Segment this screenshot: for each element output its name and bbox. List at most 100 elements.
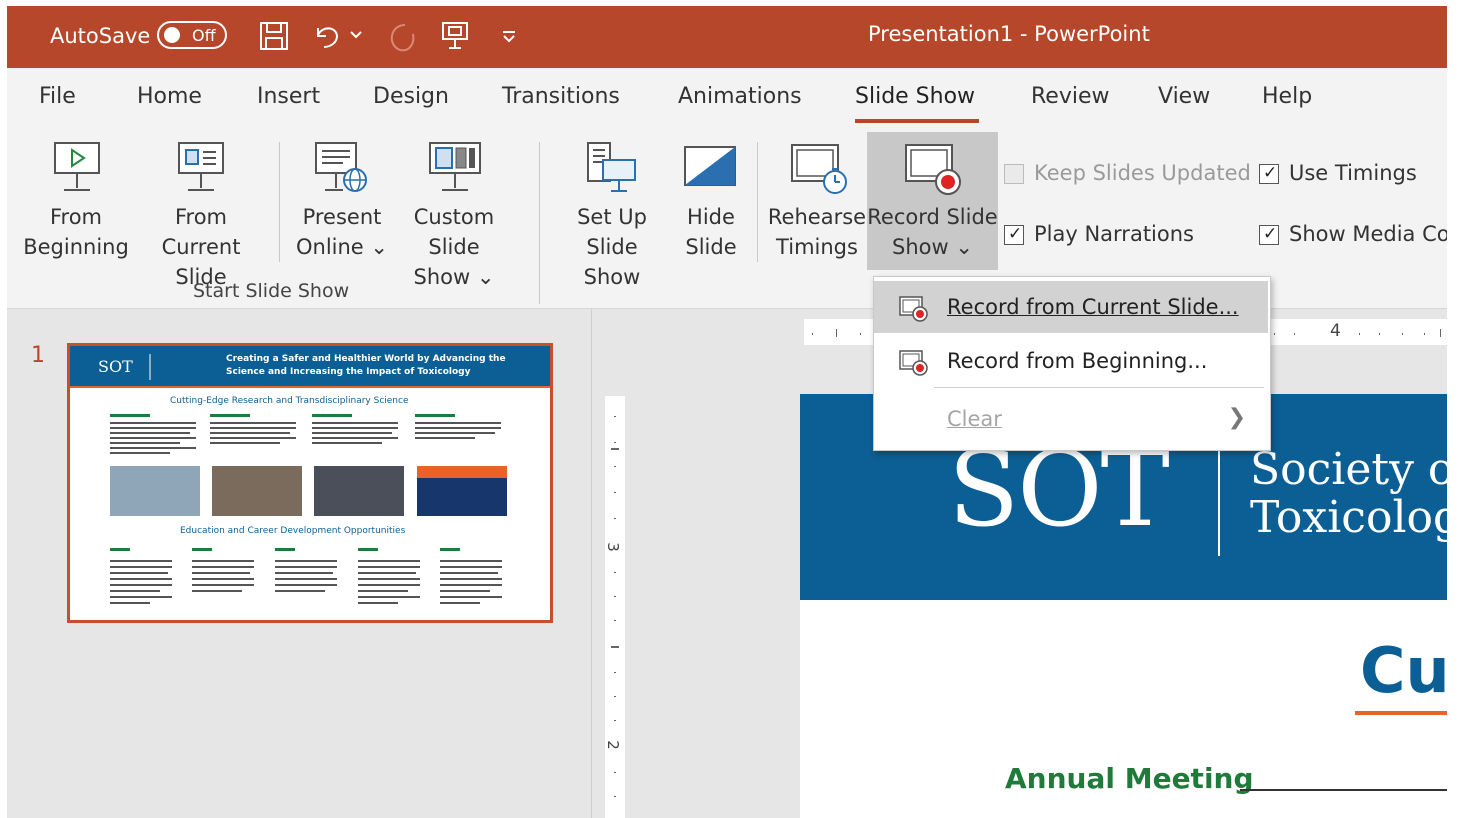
from-current-slide-button[interactable]: From Current Slide: [135, 132, 267, 289]
rehearse-label-1: Rehearse: [767, 205, 867, 229]
present-online-label-1: Present: [302, 205, 382, 229]
keep-slides-updated-label: Keep Slides Updated: [1034, 161, 1251, 185]
from-beginning-label-2: Beginning: [23, 235, 129, 259]
custom-show-label-1: Custom Slide: [413, 205, 495, 259]
hide-slide-button[interactable]: Hide Slide: [672, 132, 750, 270]
present-online-icon: [315, 142, 367, 192]
tab-design[interactable]: Design: [373, 84, 449, 109]
record-slide-show-button[interactable]: Record Slide Show ⌄: [867, 132, 998, 270]
slide-number: 1: [31, 343, 45, 368]
pane-splitter[interactable]: [591, 309, 592, 818]
tab-transitions[interactable]: Transitions: [502, 84, 620, 109]
title-bar: AutoSave Off Presentation1 - PowerPoint: [7, 6, 1447, 68]
ribbon-separator: [757, 142, 758, 262]
from-beginning-label-1: From: [49, 205, 103, 229]
tab-slide-show[interactable]: Slide Show: [855, 84, 975, 109]
customize-qat-icon[interactable]: [501, 30, 517, 44]
chevron-right-icon: ❯: [1227, 405, 1246, 430]
from-current-label-1: From: [174, 205, 228, 229]
window-title: Presentation1 - PowerPoint: [868, 22, 1150, 46]
group-label-start-slide-show: Start Slide Show: [193, 280, 350, 302]
menu-item-record-from-beginning[interactable]: Record from Beginning...: [874, 335, 1268, 387]
tab-help[interactable]: Help: [1262, 84, 1312, 109]
check-icon: ✓: [1263, 163, 1278, 183]
checkbox-box: ✓: [1259, 163, 1279, 184]
annual-meeting-heading: Annual Meeting: [1005, 762, 1254, 795]
logo-divider: [1218, 446, 1220, 556]
record-slide-show-icon: [905, 144, 961, 195]
autosave-state: Off: [192, 26, 216, 45]
toggle-knob: [164, 27, 180, 43]
rehearse-timings-icon: [791, 144, 847, 194]
save-icon[interactable]: [259, 20, 289, 52]
thumbnail-section-2: Education and Career Development Opportu…: [180, 526, 406, 536]
autosave-toggle[interactable]: Off: [157, 21, 227, 49]
tab-review[interactable]: Review: [1031, 84, 1110, 109]
present-online-label-2: Online ⌄: [295, 235, 388, 259]
menu-item-record-from-current-slide[interactable]: Record from Current Slide...: [874, 281, 1268, 333]
ruler-ticks: [611, 416, 619, 797]
record-current-icon: [899, 296, 928, 322]
ruler-mark-3: 3: [603, 542, 622, 552]
thumbnail-logo: SOT: [98, 357, 133, 376]
from-beginning-button[interactable]: From Beginning: [17, 132, 135, 270]
set-up-slide-show-icon: [587, 142, 636, 192]
present-online-button[interactable]: Present Online ⌄: [289, 132, 395, 270]
record-label-2: Show ⌄: [892, 235, 973, 259]
powerpoint-window: AutoSave Off Presentation1 - PowerPoint …: [7, 6, 1447, 818]
group-separator: [539, 142, 540, 304]
setup-label-1: Set Up: [577, 205, 647, 229]
menu-item-clear: Clear ❯: [874, 393, 1268, 445]
record-beginning-label: Record from Beginning...: [947, 349, 1208, 373]
undo-icon[interactable]: [312, 20, 342, 52]
society-name: Society o Toxicolog: [1250, 446, 1447, 542]
setup-label-2: Slide Show: [583, 235, 641, 289]
from-current-slide-icon: [178, 142, 224, 191]
thumbnail-content: [70, 346, 550, 604]
hide-slide-icon: [684, 146, 736, 186]
undo-dropdown-icon[interactable]: [349, 30, 363, 40]
tab-view[interactable]: View: [1158, 84, 1210, 109]
tab-file[interactable]: File: [39, 84, 76, 109]
ruler-mark-2: 2: [603, 740, 622, 750]
autosave-label: AutoSave: [50, 24, 151, 48]
checkbox-box: [1004, 164, 1024, 184]
active-tab-indicator: [855, 119, 979, 123]
slide-thumbnail-1[interactable]: SOT Creating a Safer and Healthier World…: [67, 343, 553, 623]
tab-home[interactable]: Home: [137, 84, 202, 109]
tab-animations[interactable]: Animations: [678, 84, 802, 109]
set-up-slide-show-button[interactable]: Set Up Slide Show: [555, 132, 669, 289]
custom-slide-show-icon: [429, 142, 481, 191]
slide-canvas[interactable]: SOT Society o Toxicolog Cu Annual Meetin…: [800, 394, 1447, 818]
society-line-1: Society o: [1250, 444, 1447, 495]
record-beginning-icon: [899, 350, 928, 376]
vertical-ruler: 3 2: [603, 396, 625, 818]
menu-separator: [934, 387, 1264, 388]
slide-heading: Cu: [1360, 634, 1447, 707]
present-icon[interactable]: [440, 20, 470, 52]
ribbon-separator: [279, 142, 280, 262]
show-media-controls-label: Show Media Co: [1289, 222, 1447, 246]
ribbon-tabs: File Home Insert Design Transitions Anim…: [7, 68, 1447, 132]
rehearse-label-2: Timings: [776, 235, 858, 259]
hide-label-1: Hide: [687, 205, 735, 229]
record-label-1: Record Slide: [867, 205, 998, 229]
record-current-label: Record from Current Slide...: [947, 295, 1239, 319]
hide-label-2: Slide: [685, 235, 737, 259]
from-beginning-icon: [54, 142, 100, 191]
thumbnail-header-title: Creating a Safer and Healthier World by …: [226, 354, 506, 377]
redo-icon: [390, 24, 415, 52]
society-line-2: Toxicolog: [1250, 492, 1447, 543]
checkbox-box: ✓: [1259, 224, 1279, 245]
checkbox-box: ✓: [1004, 224, 1024, 245]
record-slide-show-menu: Record from Current Slide... Record from…: [873, 276, 1271, 451]
clear-label: Clear: [947, 407, 1002, 431]
play-narrations-label: Play Narrations: [1034, 222, 1194, 246]
use-timings-label: Use Timings: [1289, 161, 1417, 185]
rehearse-timings-button[interactable]: Rehearse Timings: [767, 132, 867, 270]
thumbnail-section-1: Cutting-Edge Research and Transdisciplin…: [170, 396, 409, 406]
custom-slide-show-button[interactable]: Custom Slide Show ⌄: [387, 132, 521, 289]
tab-insert[interactable]: Insert: [257, 84, 320, 109]
check-icon: ✓: [1008, 224, 1023, 244]
ruler-mark-4: 4: [1330, 321, 1341, 341]
